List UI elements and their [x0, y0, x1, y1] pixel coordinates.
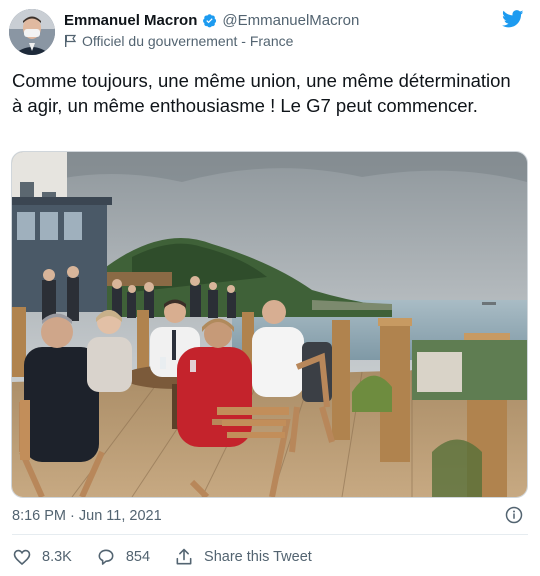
share-upload-icon [176, 548, 192, 565]
tweet-actions: 8.3K 854 Share this Tweet [12, 547, 336, 567]
info-icon[interactable] [505, 506, 523, 524]
tweet-text: Comme toujours, une même union, une même… [12, 70, 511, 116]
share-button[interactable]: Share this Tweet [174, 547, 312, 567]
affiliation-row: Officiel du gouvernement - France [64, 33, 293, 49]
twitter-bird-icon[interactable] [502, 10, 524, 28]
reply-bubble-icon [98, 549, 114, 565]
author-handle[interactable]: @EmmanuelMacron [222, 12, 359, 29]
avatar[interactable] [9, 9, 55, 55]
reply-button[interactable]: 854 [96, 547, 150, 567]
tweet-timestamp[interactable]: 8:16 PM · Jun 11, 2021 [12, 508, 162, 524]
tweet-photo[interactable] [11, 151, 528, 498]
affiliation-label: Officiel du gouvernement - France [82, 33, 294, 49]
heart-icon [13, 549, 31, 566]
verified-badge-icon [203, 14, 217, 28]
tweet-card: Emmanuel Macron @EmmanuelMacron Officiel… [0, 0, 540, 576]
share-label: Share this Tweet [204, 549, 312, 565]
government-flag-icon [65, 34, 76, 47]
like-count: 8.3K [42, 549, 72, 565]
author-name[interactable]: Emmanuel Macron [64, 12, 197, 29]
author-row: Emmanuel Macron @EmmanuelMacron [64, 12, 359, 29]
reply-count: 854 [125, 549, 151, 565]
divider [12, 534, 528, 535]
like-button[interactable]: 8.3K [12, 547, 72, 567]
